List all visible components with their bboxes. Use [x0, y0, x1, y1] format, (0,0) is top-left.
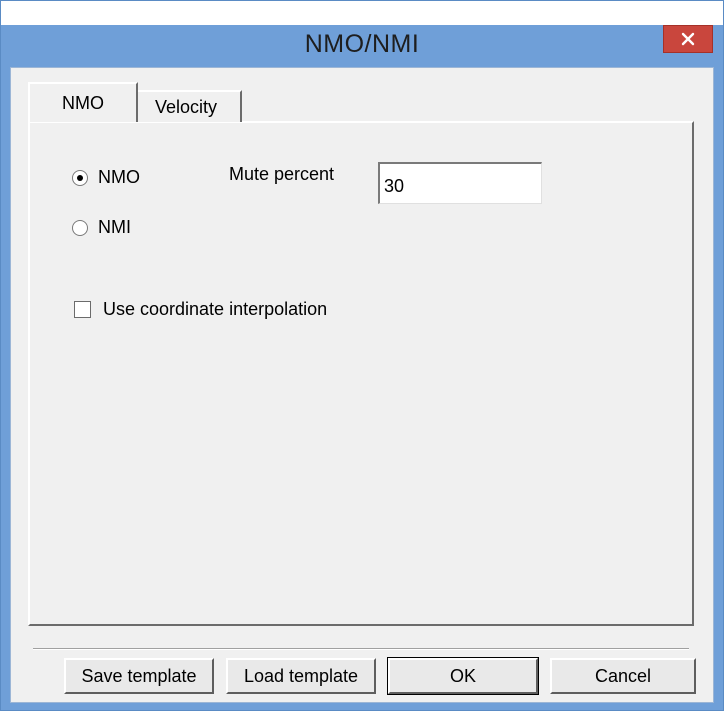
- close-icon: [681, 32, 695, 46]
- close-button[interactable]: [663, 25, 713, 53]
- window-title: NMO/NMI: [304, 30, 420, 58]
- save-template-label: Save template: [81, 665, 197, 686]
- radio-nmi-button[interactable]: [72, 219, 88, 236]
- save-template-button[interactable]: Save template: [64, 658, 214, 694]
- title-bar[interactable]: NMO/NMI: [1, 25, 723, 67]
- tab-velocity[interactable]: Velocity: [130, 90, 242, 122]
- tab-nmo-label: NMO: [62, 92, 104, 113]
- tab-nmo[interactable]: NMO: [28, 82, 138, 122]
- radio-nmo-button[interactable]: [72, 169, 88, 186]
- coordinate-interpolation-checkbox[interactable]: Use coordinate interpolation: [74, 299, 327, 320]
- ok-button[interactable]: OK: [387, 657, 539, 695]
- load-template-button[interactable]: Load template: [226, 658, 376, 694]
- coordinate-interpolation-box[interactable]: [74, 301, 91, 318]
- radio-nmo-label: NMO: [98, 167, 140, 187]
- mute-percent-label: Mute percent: [229, 164, 335, 184]
- radio-nmi-label: NMI: [98, 217, 131, 237]
- mute-percent-input[interactable]: [378, 162, 542, 204]
- ok-label: OK: [449, 665, 476, 686]
- button-separator: [33, 648, 689, 650]
- load-template-label: Load template: [243, 665, 359, 686]
- nmo-tab-panel: NMO NMI Mute percent Use coordinate inte…: [28, 121, 694, 626]
- radio-nmi[interactable]: NMI: [72, 217, 131, 238]
- radio-nmo[interactable]: NMO: [72, 167, 140, 188]
- radio-selected-dot: [77, 174, 83, 181]
- cancel-button[interactable]: Cancel: [550, 658, 696, 694]
- dialog-client-area: NMO Velocity NMO NMI Mute percent Use co…: [10, 67, 714, 703]
- cropped-header-strip: [1, 1, 723, 25]
- coordinate-interpolation-label: Use coordinate interpolation: [103, 299, 328, 319]
- dialog-window: NMO/NMI NMO Velocity NMO NMI Mute percen…: [0, 0, 724, 711]
- tab-velocity-label: Velocity: [154, 96, 218, 117]
- cancel-label: Cancel: [594, 665, 652, 686]
